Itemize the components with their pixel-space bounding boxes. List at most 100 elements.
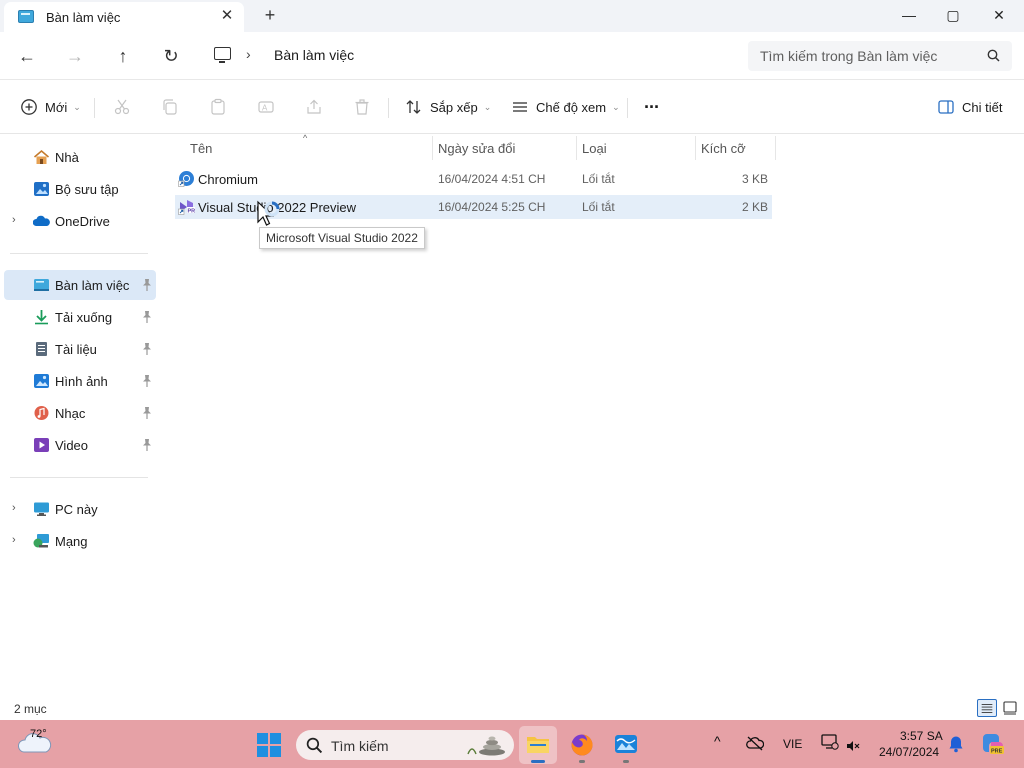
rename-icon[interactable]: A bbox=[257, 98, 275, 116]
column-header-name[interactable]: Tên bbox=[184, 134, 432, 160]
title-bar: Bàn làm việc ✕ + — ▢ ✕ bbox=[0, 0, 1024, 32]
windows-start-icon[interactable] bbox=[256, 732, 282, 758]
file-row[interactable]: Chromium 16/04/2024 4:51 CH Lối tắt 3 KB bbox=[175, 167, 772, 191]
new-tab-button[interactable]: + bbox=[260, 6, 280, 26]
network-disconnected-icon[interactable] bbox=[821, 734, 839, 751]
svg-text:A: A bbox=[262, 104, 268, 113]
onedrive-icon bbox=[33, 215, 50, 226]
cut-icon[interactable] bbox=[113, 98, 131, 116]
search-icon bbox=[306, 737, 323, 754]
sort-icon bbox=[406, 100, 421, 114]
taskbar-photos-app[interactable] bbox=[607, 726, 645, 764]
onedrive-offline-icon[interactable] bbox=[746, 735, 764, 751]
sidebar-item-videos[interactable]: Video bbox=[4, 430, 156, 460]
sidebar-divider bbox=[10, 253, 148, 254]
new-button[interactable]: Mới ⌄ bbox=[20, 96, 81, 118]
pin-icon[interactable] bbox=[141, 342, 153, 356]
forward-button[interactable]: → bbox=[62, 44, 88, 68]
sidebar-item-home[interactable]: Nhà bbox=[4, 142, 156, 172]
sidebar-item-gallery[interactable]: Bộ sưu tập bbox=[4, 174, 156, 204]
minimize-button[interactable]: — bbox=[886, 0, 932, 32]
details-pane-icon bbox=[938, 100, 954, 114]
copilot-preview-icon[interactable]: PRE bbox=[981, 732, 1005, 756]
details-view-icon[interactable] bbox=[977, 699, 997, 717]
search-highlight-stones-icon bbox=[467, 736, 505, 756]
sidebar-item-label: Tài liệu bbox=[55, 342, 97, 357]
pin-icon[interactable] bbox=[141, 438, 153, 452]
large-icons-view-icon[interactable] bbox=[1000, 699, 1020, 717]
sidebar-item-music[interactable]: Nhạc bbox=[4, 398, 156, 428]
running-app-indicator bbox=[579, 760, 585, 763]
file-date-modified: 16/04/2024 5:25 CH bbox=[438, 200, 546, 214]
sidebar-item-network[interactable]: › Mạng bbox=[4, 526, 156, 556]
column-header-type[interactable]: Loại bbox=[576, 134, 695, 160]
sidebar-item-pictures[interactable]: Hình ảnh bbox=[4, 366, 156, 396]
clock-time[interactable]: 3:57 SA bbox=[900, 729, 943, 743]
expand-chevron-icon[interactable]: › bbox=[12, 502, 16, 514]
taskbar: 72° Tìm kiếm ^ VIE 3:57 SA 24/07/2024 PR… bbox=[0, 720, 1024, 768]
notification-bell-icon[interactable] bbox=[948, 735, 964, 753]
view-button[interactable]: Chế độ xem ⌄ bbox=[511, 96, 620, 118]
delete-icon[interactable] bbox=[353, 98, 371, 116]
active-app-indicator bbox=[531, 760, 545, 763]
taskbar-search-input[interactable]: Tìm kiếm bbox=[296, 730, 514, 760]
tab-desktop[interactable]: Bàn làm việc ✕ bbox=[4, 2, 244, 32]
weather-temperature: 72° bbox=[30, 728, 47, 740]
expand-chevron-icon[interactable]: › bbox=[12, 534, 16, 546]
volume-muted-icon[interactable] bbox=[846, 739, 860, 753]
taskbar-file-explorer[interactable] bbox=[519, 726, 557, 764]
breadcrumb-current-location[interactable]: Bàn làm việc bbox=[274, 47, 354, 63]
maximize-button[interactable]: ▢ bbox=[930, 0, 976, 32]
music-icon bbox=[34, 406, 49, 420]
file-date-modified: 16/04/2024 4:51 CH bbox=[438, 172, 546, 186]
search-icon[interactable] bbox=[986, 48, 1002, 64]
pin-icon[interactable] bbox=[141, 374, 153, 388]
this-pc-icon bbox=[34, 502, 49, 516]
navigation-pane: Nhà Bộ sưu tập › OneDrive Bàn làm việc T… bbox=[0, 134, 160, 696]
file-type: Lối tắt bbox=[582, 200, 615, 214]
column-divider[interactable] bbox=[775, 136, 776, 160]
breadcrumb-chevron-icon[interactable]: › bbox=[246, 46, 251, 62]
sidebar-item-documents[interactable]: Tài liệu bbox=[4, 334, 156, 364]
details-pane-button[interactable]: Chi tiết bbox=[937, 96, 1002, 118]
paste-icon[interactable] bbox=[209, 98, 227, 116]
sidebar-item-onedrive[interactable]: › OneDrive bbox=[4, 206, 156, 236]
add-circle-icon bbox=[21, 99, 37, 115]
sidebar-item-label: Hình ảnh bbox=[55, 374, 108, 389]
more-options-button[interactable]: ··· bbox=[644, 96, 660, 118]
search-input[interactable]: Tìm kiếm trong Bàn làm việc bbox=[748, 41, 1012, 71]
input-language-indicator[interactable]: VIE bbox=[783, 737, 802, 751]
sidebar-item-label: Nhạc bbox=[55, 406, 86, 421]
taskbar-firefox[interactable] bbox=[563, 726, 601, 764]
refresh-button[interactable]: ↻ bbox=[158, 44, 184, 68]
copy-icon[interactable] bbox=[161, 98, 179, 116]
sort-button[interactable]: Sắp xếp ⌄ bbox=[405, 96, 491, 118]
sidebar-item-label: Mạng bbox=[55, 534, 88, 549]
videos-icon bbox=[34, 438, 49, 452]
share-icon[interactable] bbox=[305, 98, 323, 116]
close-window-button[interactable]: ✕ bbox=[976, 0, 1022, 32]
pin-icon[interactable] bbox=[141, 278, 153, 292]
column-header-date-modified[interactable]: Ngày sửa đổi bbox=[432, 134, 576, 160]
column-header-size[interactable]: Kích cỡ bbox=[695, 134, 775, 160]
new-label: Mới bbox=[45, 99, 68, 115]
clock-date[interactable]: 24/07/2024 bbox=[879, 745, 939, 759]
details-label: Chi tiết bbox=[962, 99, 1003, 115]
sidebar-item-downloads[interactable]: Tải xuống bbox=[4, 302, 156, 332]
show-hidden-icons-chevron-icon[interactable]: ^ bbox=[714, 733, 721, 749]
view-label: Chế độ xem bbox=[536, 99, 607, 115]
divider bbox=[94, 98, 95, 118]
expand-chevron-icon[interactable]: › bbox=[12, 214, 16, 226]
sort-label: Sắp xếp bbox=[430, 99, 478, 115]
sidebar-item-desktop[interactable]: Bàn làm việc bbox=[4, 270, 156, 300]
file-list: ^ Tên Ngày sửa đổi Loại Kích cỡ Chromium… bbox=[160, 133, 1024, 696]
pin-icon[interactable] bbox=[141, 310, 153, 324]
divider bbox=[627, 98, 628, 118]
back-button[interactable]: ← bbox=[14, 44, 40, 68]
this-pc-icon[interactable] bbox=[214, 47, 231, 63]
sidebar-item-this-pc[interactable]: › PC này bbox=[4, 494, 156, 524]
tab-close-button[interactable]: ✕ bbox=[218, 7, 236, 25]
up-button[interactable]: ↑ bbox=[110, 44, 136, 68]
pin-icon[interactable] bbox=[141, 406, 153, 420]
tab-title: Bàn làm việc bbox=[46, 10, 121, 25]
